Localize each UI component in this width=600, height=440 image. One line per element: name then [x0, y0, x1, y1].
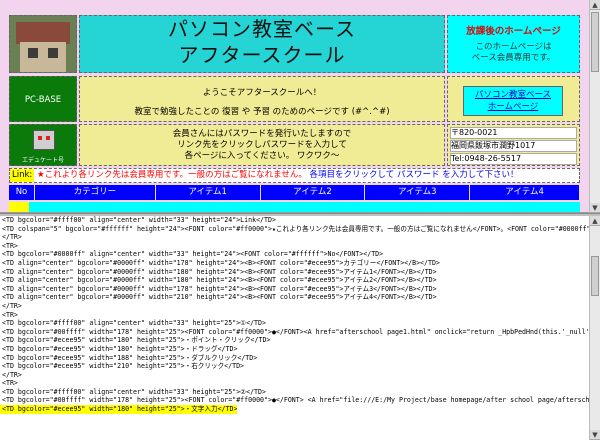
code-line: <TD colspan="5" bgcolor="#ffffff" height…	[2, 224, 589, 233]
welcome-line-1: ようこそアフタースクールへ！	[202, 88, 322, 98]
selected-code-line[interactable]: <TD bgcolor="#ecee95" width="180" height…	[0, 405, 238, 414]
code-scrollbar[interactable]: ▲ ▼	[589, 216, 600, 440]
members-only-notice: ★これより各リンク先は会員専用です。一般の方はご覧になれません。	[36, 170, 307, 180]
code-line: </TR>	[2, 301, 22, 310]
code-line: <TD bgcolor="#ffff00" align="center" wid…	[2, 216, 276, 224]
street-address: 福岡県飯塚市潤野1017	[450, 140, 577, 152]
link-notice-bar: Link: ★これより各リンク先は会員専用です。一般の方はご覧になれません。 各…	[9, 168, 580, 183]
robot-caption: エデュケート号	[21, 157, 64, 164]
robot-icon	[33, 130, 55, 150]
code-line: </TR>	[2, 370, 22, 379]
code-line: <TD bgcolor="#00ffff" width="178" height…	[2, 396, 589, 405]
members-line-2: リンク先をクリックしパスワードを入力して	[177, 140, 347, 150]
design-scroll-thumb[interactable]	[591, 12, 599, 72]
code-line: <TR>	[2, 310, 18, 319]
welcome-line-2: 教室で勉強したことの 復習 や 予習 のためのページです (#^.^#)	[134, 107, 390, 117]
code-view[interactable]: <TD bgcolor="#ffff00" align="center" wid…	[0, 216, 589, 440]
pc-base-label: PC-BASE	[9, 76, 77, 122]
code-line: <TD align="center" bgcolor="#0000ff" wid…	[2, 284, 437, 293]
category-header-row: No カテゴリー アイテム1 アイテム2 アイテム3 アイテム4	[9, 185, 580, 200]
members-line-1: 会員さんにはパスワードを発行いたしますので	[172, 129, 352, 139]
code-scroll-down-icon[interactable]: ▼	[590, 430, 600, 440]
title-banner: パソコン教室ベース アフタースクール	[79, 15, 445, 73]
side-info-heading: 放課後のホームページ	[466, 26, 561, 37]
postal-code: 〒820-0021	[450, 127, 577, 139]
design-scrollbar[interactable]: ▲ ▼	[589, 0, 600, 213]
members-notice: 会員さんにはパスワードを発行いたしますので リンク先をクリックしパスワードを入力…	[79, 124, 445, 166]
code-line: <TD bgcolor="#ecee95" width="180" height…	[2, 344, 238, 353]
code-line: </TR>	[2, 233, 22, 242]
code-scroll-up-icon[interactable]: ▲	[590, 216, 600, 226]
code-line: <TD align="center" bgcolor="#0000ff" wid…	[2, 258, 440, 267]
address-box: 〒820-0021 福岡県飯塚市潤野1017 Tel:0948-26-5517	[447, 124, 580, 166]
code-line: <TD bgcolor="#ffff00" align="center" wid…	[2, 319, 266, 328]
code-line: <TD bgcolor="#ffff00" align="center" wid…	[2, 387, 266, 396]
code-line: <TD align="center" bgcolor="#0000ff" wid…	[2, 276, 437, 285]
header-category: カテゴリー	[34, 185, 155, 200]
header-no: No	[9, 185, 34, 200]
code-line: <TD bgcolor="#ecee95" width="180" height…	[2, 336, 271, 345]
homepage-link-line-2: ホームページ	[487, 102, 539, 112]
code-line: <TD bgcolor="#0000ff" align="center" wid…	[2, 250, 384, 259]
code-line: <TR>	[2, 379, 18, 388]
link-label: Link:	[10, 169, 35, 182]
homepage-link[interactable]: パソコン教室ベース ホームページ	[463, 86, 563, 116]
robot-logo: エデュケート号	[9, 124, 77, 166]
welcome-box: ようこそアフタースクールへ！ 教室で勉強したことの 復習 や 予習 のためのペー…	[79, 76, 445, 122]
code-line: <TD bgcolor="#ecee95" width="188" height…	[2, 353, 258, 362]
telephone: Tel:0948-26-5517	[450, 153, 577, 165]
code-line: <TD align="center" bgcolor="#0000ff" wid…	[2, 293, 437, 302]
scroll-up-icon[interactable]: ▲	[590, 0, 600, 10]
first-row-strip	[9, 202, 580, 212]
side-info-box: 放課後のホームページ このホームページは ベース会員専用です。	[447, 15, 580, 73]
code-line: <TD align="center" bgcolor="#0000ff" wid…	[2, 267, 437, 276]
side-info-body-2: ベース会員専用です。	[471, 53, 556, 63]
scroll-down-icon[interactable]: ▼	[590, 203, 600, 213]
banner-line-1: パソコン教室ベース	[168, 17, 356, 41]
header-item-1: アイテム1	[155, 185, 260, 200]
design-view[interactable]: パソコン教室ベース アフタースクール 放課後のホームページ このホームページは …	[0, 0, 589, 213]
code-line: <TD bgcolor="#00ffff" width="178" height…	[2, 327, 589, 336]
code-line: <TR>	[2, 241, 18, 250]
header-item-3: アイテム3	[365, 185, 470, 200]
banner-line-2: アフタースクール	[178, 43, 346, 67]
password-instruction: 各項目をクリックして パスワード を入力して下さい！	[309, 170, 519, 180]
header-item-4: アイテム4	[470, 185, 579, 200]
building-photo	[9, 15, 77, 73]
side-info-body-1: このホームページは	[475, 42, 552, 52]
homepage-link-cell: パソコン教室ベース ホームページ	[447, 76, 580, 122]
homepage-link-line-1: パソコン教室ベース	[474, 90, 552, 100]
header-item-2: アイテム2	[260, 185, 365, 200]
code-scroll-thumb[interactable]	[591, 256, 599, 296]
members-line-3: 各ページに入ってください。 ワクワク～	[184, 151, 340, 161]
code-line: <TD bgcolor="#ecee95" width="210" height…	[2, 362, 245, 371]
